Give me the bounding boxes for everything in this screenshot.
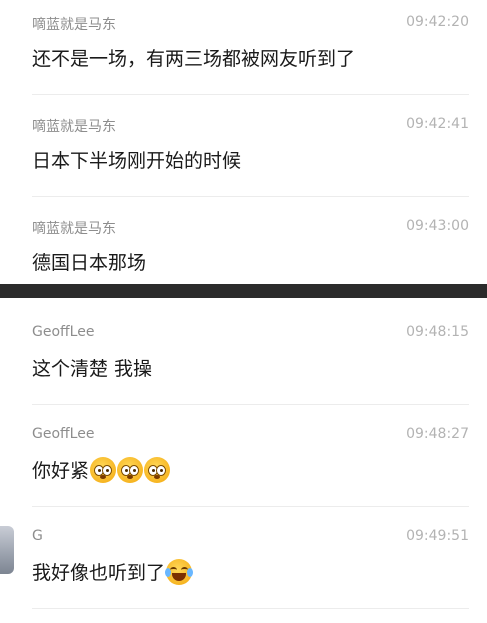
sender-name[interactable]: 嘀蓝就是马东	[32, 14, 116, 34]
message-time: 09:43:00	[406, 218, 469, 234]
chat-history-top: 嘀蓝就是马东 09:42:20 还不是一场，有两三场都被网友听到了 嘀蓝就是马东…	[0, 0, 487, 284]
message-time: 09:49:51	[406, 528, 469, 544]
message-text: 德国日本那场	[32, 252, 147, 274]
divider	[32, 196, 469, 197]
sender-name[interactable]: 嘀蓝就是马东	[32, 116, 116, 136]
chat-history-bottom: GeoffLee 09:48:15 这个清楚 我操 GeoffLee 09:48…	[0, 298, 487, 623]
message-time: 09:42:41	[406, 116, 469, 132]
message-text: 这个清楚 我操	[32, 358, 153, 380]
message-text-row: 你好紧	[32, 456, 171, 483]
flushed-face-icon	[117, 456, 144, 483]
screenshot-separator	[0, 284, 487, 298]
divider	[32, 608, 469, 609]
message-time: 09:42:20	[406, 14, 469, 30]
tears-of-joy-icon	[165, 558, 194, 585]
sender-name[interactable]: 嘀蓝就是马东	[32, 218, 116, 238]
sender-name[interactable]: GeoffLee	[32, 324, 94, 340]
message-time: 09:48:27	[406, 426, 469, 442]
message-text: 你好紧	[32, 460, 90, 482]
message-text-row: 我好像也听到了	[32, 558, 194, 585]
flushed-face-icon	[90, 456, 117, 483]
divider	[32, 94, 469, 95]
flushed-face-icon	[144, 456, 171, 483]
divider	[32, 404, 469, 405]
message-text: 我好像也听到了	[32, 562, 166, 584]
message-text: 日本下半场刚开始的时候	[32, 150, 242, 172]
divider	[32, 506, 469, 507]
sender-name[interactable]: G	[32, 528, 43, 544]
message-text: 还不是一场，有两三场都被网友听到了	[32, 48, 356, 70]
sender-name[interactable]: GeoffLee	[32, 426, 94, 442]
avatar[interactable]	[0, 526, 14, 574]
message-time: 09:48:15	[406, 324, 469, 340]
